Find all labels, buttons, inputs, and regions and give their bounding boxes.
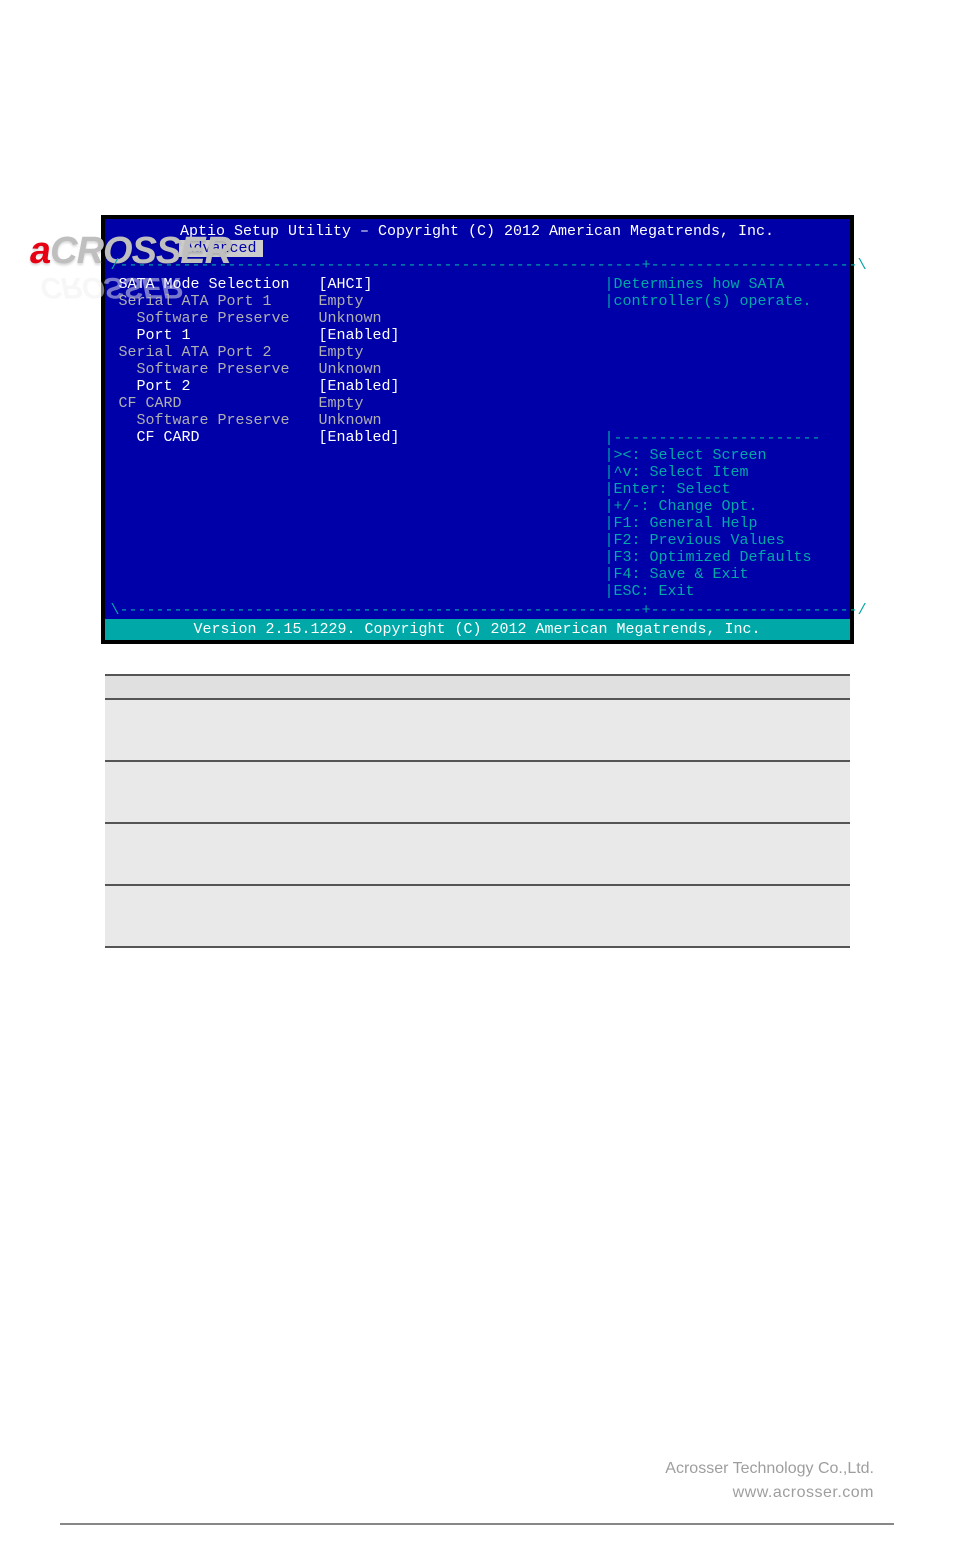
table-cell <box>265 761 415 823</box>
bios-border-bottom: \---------------------------------------… <box>111 602 844 619</box>
bios-row-label: Software Preserve <box>119 412 319 429</box>
bios-row-label: Software Preserve <box>119 361 319 378</box>
table-cell <box>105 761 265 823</box>
bios-row-label: Port 2 <box>119 378 319 395</box>
bios-row-value: Unknown <box>319 412 382 429</box>
bios-keyhelp-line: |F1: General Help <box>605 515 840 532</box>
table-cell <box>265 823 415 885</box>
table-cell <box>265 699 415 761</box>
bios-row[interactable]: Port 1[Enabled] <box>119 327 597 344</box>
bios-row-label: Serial ATA Port 2 <box>119 344 319 361</box>
table-cell <box>415 885 850 947</box>
bios-row-value: [AHCI] <box>319 276 373 293</box>
table-cell <box>105 823 265 885</box>
table-header-3 <box>415 675 850 699</box>
table-row <box>105 699 850 761</box>
bios-row[interactable]: CF CARD[Enabled] <box>119 429 597 446</box>
bios-row: Serial ATA Port 2Empty <box>119 344 597 361</box>
table-row <box>105 761 850 823</box>
bios-keyhelp-line: |Enter: Select <box>605 481 840 498</box>
bios-row-label: SATA Mode Selection <box>119 276 319 293</box>
bios-row: Software PreserveUnknown <box>119 412 597 429</box>
bios-keyhelp-line: |^v: Select Item <box>605 464 840 481</box>
bios-row-value: Empty <box>319 344 364 361</box>
bios-row-label: Port 1 <box>119 327 319 344</box>
bios-row[interactable]: SATA Mode Selection[AHCI] <box>119 276 597 293</box>
bios-keyhelp-line: |ESC: Exit <box>605 583 840 600</box>
table-cell <box>105 699 265 761</box>
bios-row-value: Unknown <box>319 310 382 327</box>
company-url: www.acrosser.com <box>665 1481 874 1505</box>
bios-row-value: Unknown <box>319 361 382 378</box>
bios-keyhelp-line: |><: Select Screen <box>605 447 840 464</box>
table-header-2 <box>265 675 415 699</box>
bios-keyhelp-line: |F4: Save & Exit <box>605 566 840 583</box>
table-cell <box>415 761 850 823</box>
table-header-row <box>105 675 850 699</box>
bios-row: CF CARDEmpty <box>119 395 597 412</box>
bios-help-line: |controller(s) operate. <box>605 293 840 310</box>
bios-row-value: [Enabled] <box>319 429 400 446</box>
bios-row: Software PreserveUnknown <box>119 361 597 378</box>
table-header-1 <box>105 675 265 699</box>
bios-row[interactable]: Port 2[Enabled] <box>119 378 597 395</box>
table-cell <box>415 699 850 761</box>
footer-rule <box>60 1523 894 1525</box>
page-footer: Acrosser Technology Co.,Ltd. www.acrosse… <box>665 1457 874 1505</box>
bios-row-label: CF CARD <box>119 429 319 446</box>
bios-row-label: CF CARD <box>119 395 319 412</box>
bios-row-value: Empty <box>319 293 364 310</box>
table-row <box>105 885 850 947</box>
bios-row-value: [Enabled] <box>319 378 400 395</box>
bios-keyhelp-line: |+/-: Change Opt. <box>605 498 840 515</box>
bios-row-value: Empty <box>319 395 364 412</box>
bios-row-value: [Enabled] <box>319 327 400 344</box>
bios-row-label: Software Preserve <box>119 310 319 327</box>
table-cell <box>415 823 850 885</box>
company-name: Acrosser Technology Co.,Ltd. <box>665 1457 874 1481</box>
table-cell <box>265 885 415 947</box>
bios-settings-panel: SATA Mode Selection[AHCI]Serial ATA Port… <box>111 274 597 602</box>
bios-keyhelp-line: |F3: Optimized Defaults <box>605 549 840 566</box>
bios-border-top: /---------------------------------------… <box>111 257 844 274</box>
bios-row: Software PreserveUnknown <box>119 310 597 327</box>
table-cell <box>105 885 265 947</box>
bios-footer: Version 2.15.1229. Copyright (C) 2012 Am… <box>105 619 850 640</box>
table-row <box>105 823 850 885</box>
bios-row-label: Serial ATA Port 1 <box>119 293 319 310</box>
bios-row: Serial ATA Port 1Empty <box>119 293 597 310</box>
bios-screen: Aptio Setup Utility – Copyright (C) 2012… <box>101 215 854 644</box>
bios-help-panel: |Determines how SATA|controller(s) opera… <box>597 274 844 602</box>
description-table <box>105 674 850 948</box>
bios-help-line: |Determines how SATA <box>605 276 840 293</box>
bios-keyhelp-line: |F2: Previous Values <box>605 532 840 549</box>
